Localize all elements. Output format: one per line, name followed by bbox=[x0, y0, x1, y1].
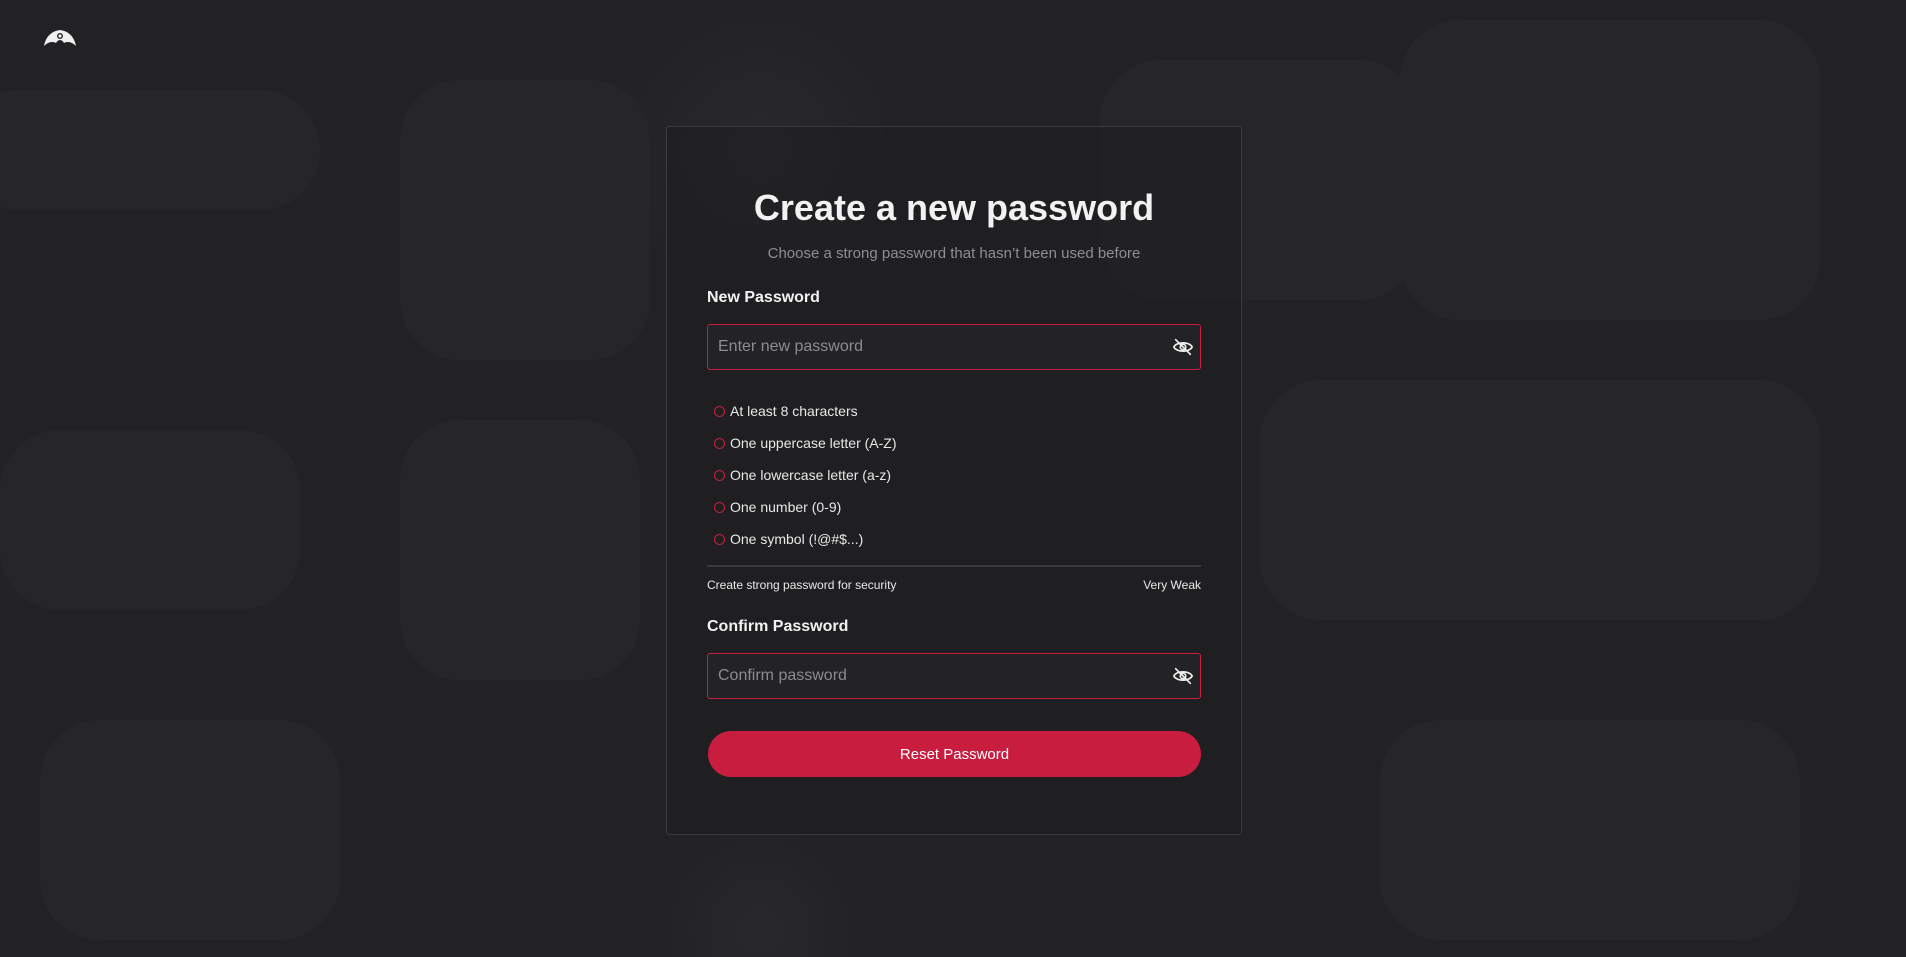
requirement-status-icon bbox=[714, 437, 725, 449]
requirement-item: One uppercase letter (A-Z) bbox=[714, 427, 897, 459]
background-shape bbox=[400, 80, 650, 360]
reset-password-button[interactable]: Reset Password bbox=[708, 731, 1201, 777]
requirement-status-icon bbox=[714, 469, 725, 481]
background-shape bbox=[0, 430, 300, 610]
background-shape bbox=[400, 420, 640, 680]
background-shape bbox=[1400, 20, 1820, 320]
confirm-password-field-container bbox=[707, 653, 1201, 699]
requirement-status-icon bbox=[714, 405, 725, 417]
new-password-field-container bbox=[707, 324, 1201, 370]
requirement-label: One number (0-9) bbox=[730, 499, 842, 515]
password-strength-level: Very Weak bbox=[1143, 578, 1201, 592]
requirement-item: One number (0-9) bbox=[714, 491, 897, 523]
requirement-item: One lowercase letter (a-z) bbox=[714, 459, 897, 491]
password-strength-meter bbox=[707, 565, 1201, 567]
password-strength-hint: Create strong password for security bbox=[707, 578, 897, 592]
new-password-input[interactable] bbox=[708, 325, 1148, 369]
background-shape bbox=[40, 720, 340, 940]
background-shape bbox=[1260, 380, 1820, 620]
password-requirements-list: At least 8 characters One uppercase lett… bbox=[714, 395, 897, 555]
confirm-password-input[interactable] bbox=[708, 654, 1148, 698]
eye-slash-icon[interactable] bbox=[1172, 336, 1194, 358]
confirm-password-label: Confirm Password bbox=[707, 618, 849, 635]
requirement-label: One lowercase letter (a-z) bbox=[730, 467, 892, 483]
new-password-label: New Password bbox=[707, 289, 820, 306]
requirement-label: One symbol (!@#$...) bbox=[730, 531, 864, 547]
background-shape bbox=[1380, 720, 1800, 940]
requirement-status-icon bbox=[714, 533, 725, 545]
eye-slash-icon[interactable] bbox=[1172, 665, 1194, 687]
page-subtitle: Choose a strong password that hasn’t bee… bbox=[767, 245, 1141, 262]
page-title: Create a new password bbox=[753, 187, 1155, 228]
requirement-label: One uppercase letter (A-Z) bbox=[730, 435, 897, 451]
requirement-item: At least 8 characters bbox=[714, 395, 897, 427]
requirement-status-icon bbox=[714, 501, 725, 513]
bat-logo-icon[interactable] bbox=[42, 26, 78, 52]
reset-password-card: Create a new password Choose a strong pa… bbox=[666, 126, 1242, 835]
requirement-label: At least 8 characters bbox=[730, 403, 858, 419]
requirement-item: One symbol (!@#$...) bbox=[714, 523, 897, 555]
background-shape bbox=[0, 90, 320, 210]
